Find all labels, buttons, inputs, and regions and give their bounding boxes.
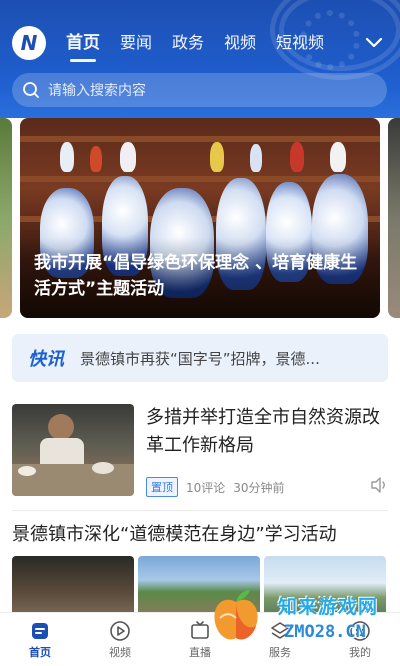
search-input[interactable]: 请输入搜索内容 <box>12 73 387 107</box>
news-list-item[interactable]: 多措并举打造全市自然资源改革工作新格局 置顶 10评论 30分钟前 <box>12 404 388 498</box>
logo-letter: N <box>20 31 38 55</box>
tab-home[interactable]: 首页 <box>66 30 100 62</box>
vase-image <box>250 144 262 172</box>
tab-government[interactable]: 政务 <box>172 30 204 58</box>
watermark-domain: ZMO28.CN <box>284 622 366 642</box>
search-placeholder: 请输入搜索内容 <box>48 83 146 99</box>
nav-label: 首页 <box>29 645 51 659</box>
watermark-fruit-logo <box>214 590 258 640</box>
vase-image <box>290 142 304 172</box>
article-meta: 置顶 10评论 30分钟前 <box>146 477 285 497</box>
channel-tabs: 首页 要闻 政务 视频 短视频 <box>66 30 344 62</box>
banner-slide[interactable]: 我市开展“倡导绿色环保理念 、培育健康生活方式”主题活动 <box>20 118 380 318</box>
banner-caption: 我市开展“倡导绿色环保理念 、培育健康生活方式”主题活动 <box>34 253 358 299</box>
banner-carousel[interactable]: 我市开展“倡导绿色环保理念 、培育健康生活方式”主题活动 <box>0 118 400 320</box>
pottery <box>92 462 114 474</box>
carousel-prev-slide[interactable] <box>0 118 12 318</box>
chevron-down-icon[interactable] <box>364 32 384 52</box>
publish-time: 30分钟前 <box>233 480 285 495</box>
play-icon <box>110 620 130 641</box>
search-icon <box>23 82 39 98</box>
pinned-badge: 置顶 <box>146 477 178 497</box>
nav-label: 视频 <box>109 645 131 659</box>
watermark-text: 知来游戏网 <box>278 596 379 618</box>
vase-image <box>60 142 74 172</box>
speaker-icon[interactable] <box>370 477 388 493</box>
vase-image <box>330 142 346 172</box>
article-thumbnail <box>12 404 134 496</box>
tab-news[interactable]: 要闻 <box>120 30 152 58</box>
flash-news-tag: 快讯 <box>28 349 64 370</box>
tab-video[interactable]: 视频 <box>224 30 256 58</box>
vase-image <box>210 142 224 172</box>
gallery-thumbnail[interactable] <box>12 556 134 616</box>
vase-image <box>90 146 102 172</box>
shelf <box>20 136 380 142</box>
comment-count: 10评论 <box>186 480 226 495</box>
flash-news-text[interactable]: 景德镇市再获“国字号”招牌，景德... <box>80 348 320 369</box>
divider <box>12 510 388 511</box>
home-icon <box>32 622 48 639</box>
app-logo[interactable]: N <box>12 26 46 60</box>
site-watermark: 知来游戏网 ZMO28.CN <box>206 580 396 656</box>
pottery <box>18 466 36 476</box>
article-title[interactable]: 多措并举打造全市自然资源改革工作新格局 <box>146 404 386 460</box>
nav-video[interactable]: 视频 <box>90 620 150 660</box>
vase-image <box>120 142 136 172</box>
carousel-next-slide[interactable] <box>388 118 400 318</box>
tab-short-video[interactable]: 短视频 <box>276 30 324 58</box>
nav-home[interactable]: 首页 <box>10 620 70 660</box>
person-figure <box>48 414 74 440</box>
gallery-article-title[interactable]: 景德镇市深化“道德模范在身边”学习活动 <box>12 522 392 548</box>
flash-news-bar[interactable]: 快讯 景德镇市再获“国字号”招牌，景德... <box>12 334 388 382</box>
top-header: N 首页 要闻 政务 视频 短视频 请输入搜索内容 <box>0 0 400 118</box>
